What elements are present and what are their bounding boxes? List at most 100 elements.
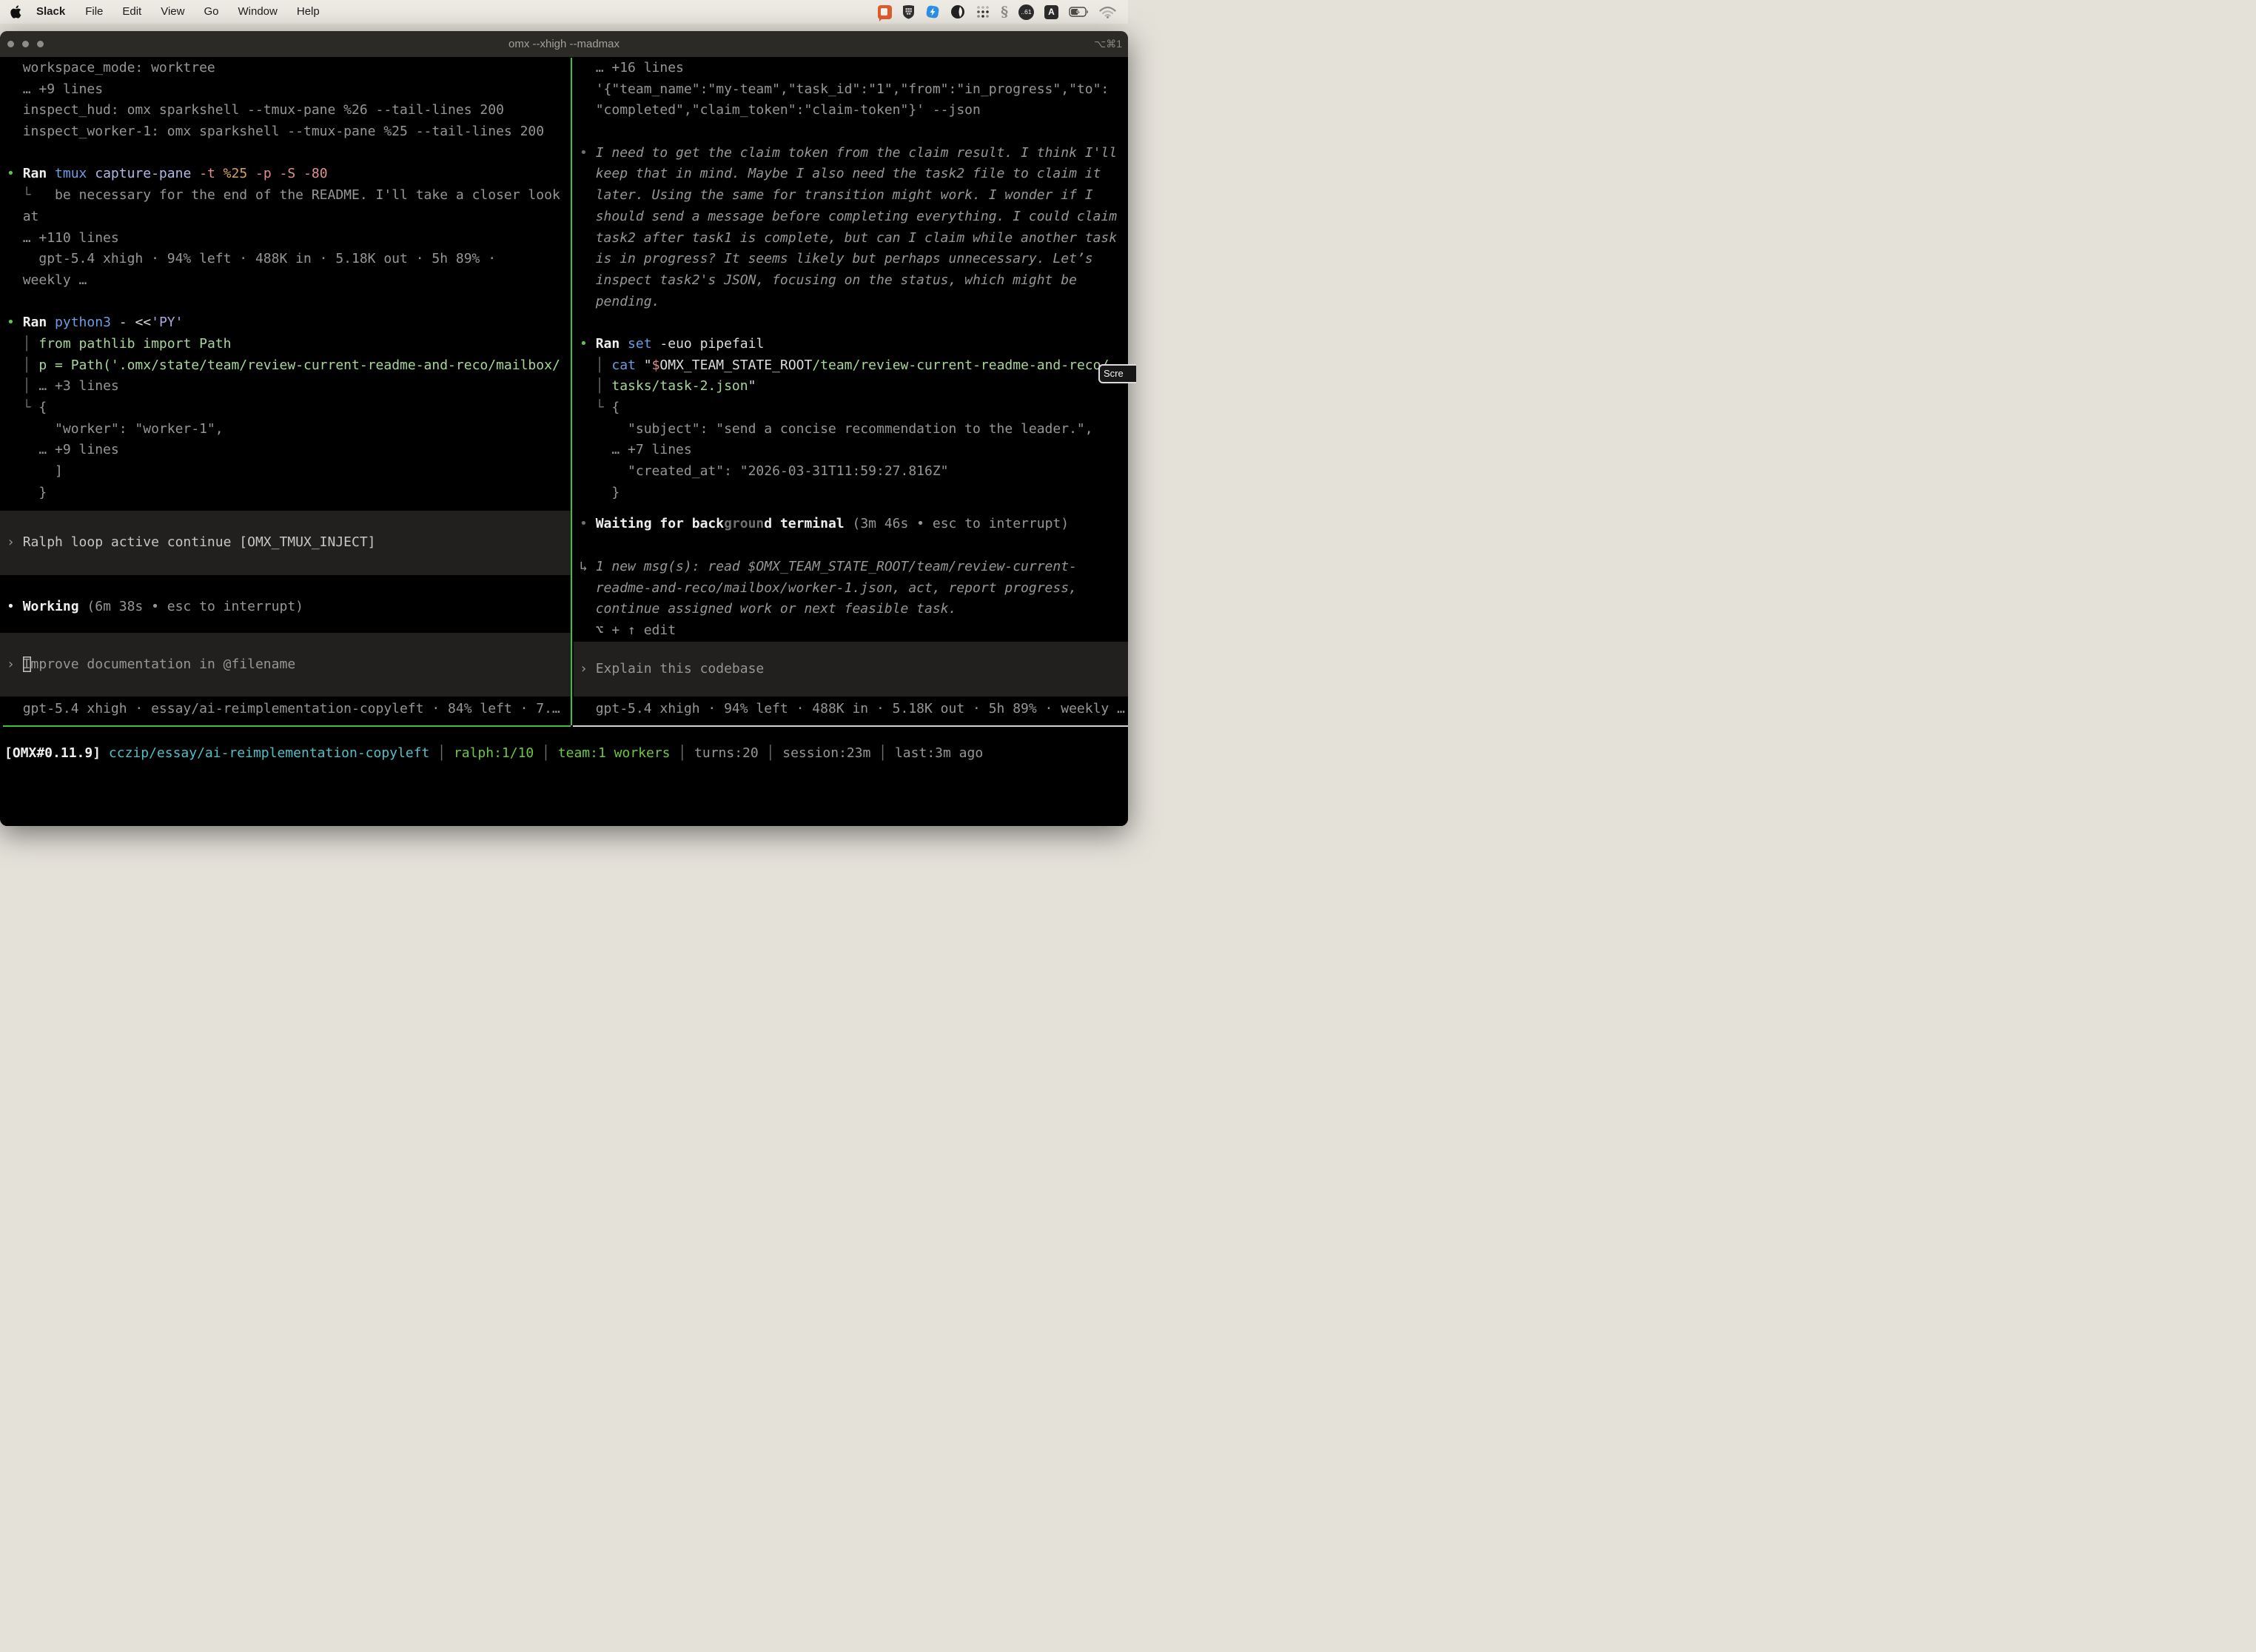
text-segment: readme-and-reco/mailbox/worker-1.json, a… <box>596 580 1077 596</box>
terminal-line: task2 after task1 is complete, but can I… <box>580 228 1128 249</box>
terminal-line: } <box>580 483 1128 504</box>
text-segment: └ <box>23 400 39 415</box>
text-segment: … +16 lines <box>596 60 684 75</box>
active-pane-border <box>3 725 571 727</box>
text-segment: << <box>135 315 151 330</box>
terminal-line: › Ralph loop active continue [OMX_TMUX_I… <box>7 532 571 554</box>
text-segment: ⌥ + ↑ edit <box>580 622 676 638</box>
text-segment: tasks/task-2.json <box>611 378 748 394</box>
text-segment: %25 <box>224 166 255 181</box>
terminal-line: • Waiting for background terminal (3m 46… <box>580 514 1128 535</box>
menubar-item-file[interactable]: File <box>75 0 113 24</box>
text-segment: │ <box>23 336 39 352</box>
text-segment: " <box>748 378 756 394</box>
text-segment: $ <box>652 357 660 373</box>
window-titlebar[interactable]: omx --xhigh --madmax ⌥⌘1 <box>0 31 1128 58</box>
terminal-line: gpt-5.4 xhigh · essay/ai-reimplementatio… <box>7 699 571 720</box>
prompt-input[interactable]: › Improve documentation in @filename <box>0 633 571 697</box>
text-segment: at <box>23 209 39 224</box>
text-segment <box>101 745 109 761</box>
text-segment: cat <box>611 357 643 373</box>
blue-bolt-badge-icon[interactable] <box>925 4 940 19</box>
text-segment: Ran <box>596 336 628 352</box>
text-segment: cczip/essay/ai-reimplementation-copyleft <box>109 745 429 761</box>
terminal-line: pending. <box>580 292 1128 313</box>
text-segment: gpt-5.4 xhigh · 94% left · 488K in · 5.1… <box>596 701 1125 716</box>
text-segment: │ <box>759 745 783 761</box>
tmux-pane-right[interactable]: … +16 lines'{"team_name":"my-team","task… <box>574 58 1128 725</box>
text-segment: } <box>596 485 620 500</box>
terminal-line: gpt-5.4 xhigh · 94% left · 488K in · 5.1… <box>7 249 571 270</box>
terminal-line <box>580 121 1128 143</box>
text-segment: from pathlib import Path <box>38 336 231 352</box>
text-segment: │ <box>534 745 558 761</box>
text-segment: • <box>580 516 596 531</box>
text-segment: • <box>7 315 23 330</box>
menubar-item-edit[interactable]: Edit <box>113 0 151 24</box>
text-segment: gpt-5.4 xhigh · essay/ai-reimplementatio… <box>23 701 560 716</box>
text-segment: later. Using the same for transition mig… <box>596 187 1093 203</box>
terminal-line: readme-and-reco/mailbox/worker-1.json, a… <box>580 578 1128 600</box>
terminal-line: … +110 lines <box>7 228 571 249</box>
text-segment: inspect_hud: omx sparkshell --tmux-pane … <box>23 102 504 118</box>
tmux-pane-left[interactable]: workspace_mode: worktree … +9 lines inspec… <box>0 58 571 725</box>
menubar-item-window[interactable]: Window <box>229 0 287 24</box>
menubar-app-name[interactable]: Slack <box>26 0 75 24</box>
keyboard-input-icon[interactable]: A <box>1044 5 1058 19</box>
text-segment: last:3m ago <box>895 745 983 761</box>
text-segment: -t <box>199 166 224 181</box>
text-segment: pending. <box>596 294 660 309</box>
shield-icon[interactable] <box>902 4 915 19</box>
menubar-status-icons: § ..61 A <box>878 4 1128 20</box>
text-segment: workspace_mode: worktree <box>23 60 215 75</box>
terminal-line: } <box>7 483 571 504</box>
terminal-line: continue assigned work or next feasible … <box>580 599 1128 620</box>
text-segment: OMX_TEAM_STATE_ROOT <box>659 357 812 373</box>
text-segment: "subject": "send a concise recommendatio… <box>596 421 1093 437</box>
terminal-line: workspace_mode: worktree <box>7 58 571 79</box>
text-segment: • <box>580 336 596 352</box>
terminal-line: inspect_worker-1: omx sparkshell --tmux-… <box>7 121 571 143</box>
text-segment: I need to get the claim token from the c… <box>596 145 1117 161</box>
text-segment: Ran <box>23 315 55 330</box>
terminal-line: • I need to get the claim token from the… <box>580 143 1128 164</box>
hook-squiggle-icon[interactable]: § <box>1001 4 1008 20</box>
terminal-line: └ be necessary for the end of the README… <box>7 185 571 206</box>
terminal-line: keep that in mind. Maybe I also need the… <box>580 164 1128 185</box>
pane-divider[interactable] <box>571 58 572 725</box>
text-segment: › <box>580 661 596 676</box>
text-segment: session:23m <box>782 745 870 761</box>
menubar-item-view[interactable]: View <box>151 0 194 24</box>
window-shortcut-hint: ⌥⌘1 <box>1094 31 1122 57</box>
text-segment: 1 new msg(s): read $OMX_TEAM_STATE_ROOT/… <box>596 559 1077 574</box>
text-segment: … +9 lines <box>23 442 119 457</box>
menubar-item-go[interactable]: Go <box>194 0 228 24</box>
text-segment: │ <box>671 745 695 761</box>
terminal-line: │ p = Path('.omx/state/team/review-curre… <box>7 355 571 377</box>
terminal-line <box>7 575 571 597</box>
prompt-input[interactable]: › Explain this codebase <box>574 642 1128 697</box>
text-segment: python3 <box>55 315 119 330</box>
spacer <box>7 503 571 511</box>
text-segment: - <box>119 315 135 330</box>
text-segment: │ <box>596 378 612 394</box>
crescent-circle-icon[interactable] <box>950 4 965 19</box>
terminal-line: inspect task2's JSON, focusing on the st… <box>580 270 1128 292</box>
terminal-line: … +7 lines <box>580 440 1128 461</box>
text-segment: ↳ <box>580 559 596 574</box>
omx-status-line: [OMX#0.11.9] cczip/essay/ai-reimplementa… <box>0 743 1128 765</box>
terminal-line: gpt-5.4 xhigh · 94% left · 488K in · 5.1… <box>580 699 1128 720</box>
chat-app-icon[interactable] <box>878 5 892 19</box>
text-segment: (6m 38s • esc to interrupt) <box>87 599 303 614</box>
battery-icon[interactable] <box>1069 7 1089 17</box>
prompt-input[interactable]: › Ralph loop active continue [OMX_TMUX_I… <box>0 511 571 575</box>
countdown-badge[interactable]: ..61 <box>1018 4 1034 20</box>
menubar-item-help[interactable]: Help <box>287 0 329 24</box>
dots-grid-icon[interactable] <box>976 4 990 19</box>
terminal-line: ] <box>7 461 571 483</box>
terminal-line <box>580 535 1128 557</box>
text-segment: turns:20 <box>694 745 759 761</box>
apple-menu-icon[interactable] <box>10 4 23 19</box>
wifi-icon[interactable] <box>1099 6 1116 19</box>
terminal-line: • Ran tmux capture-pane -t %25 -p -S -80 <box>7 164 571 185</box>
